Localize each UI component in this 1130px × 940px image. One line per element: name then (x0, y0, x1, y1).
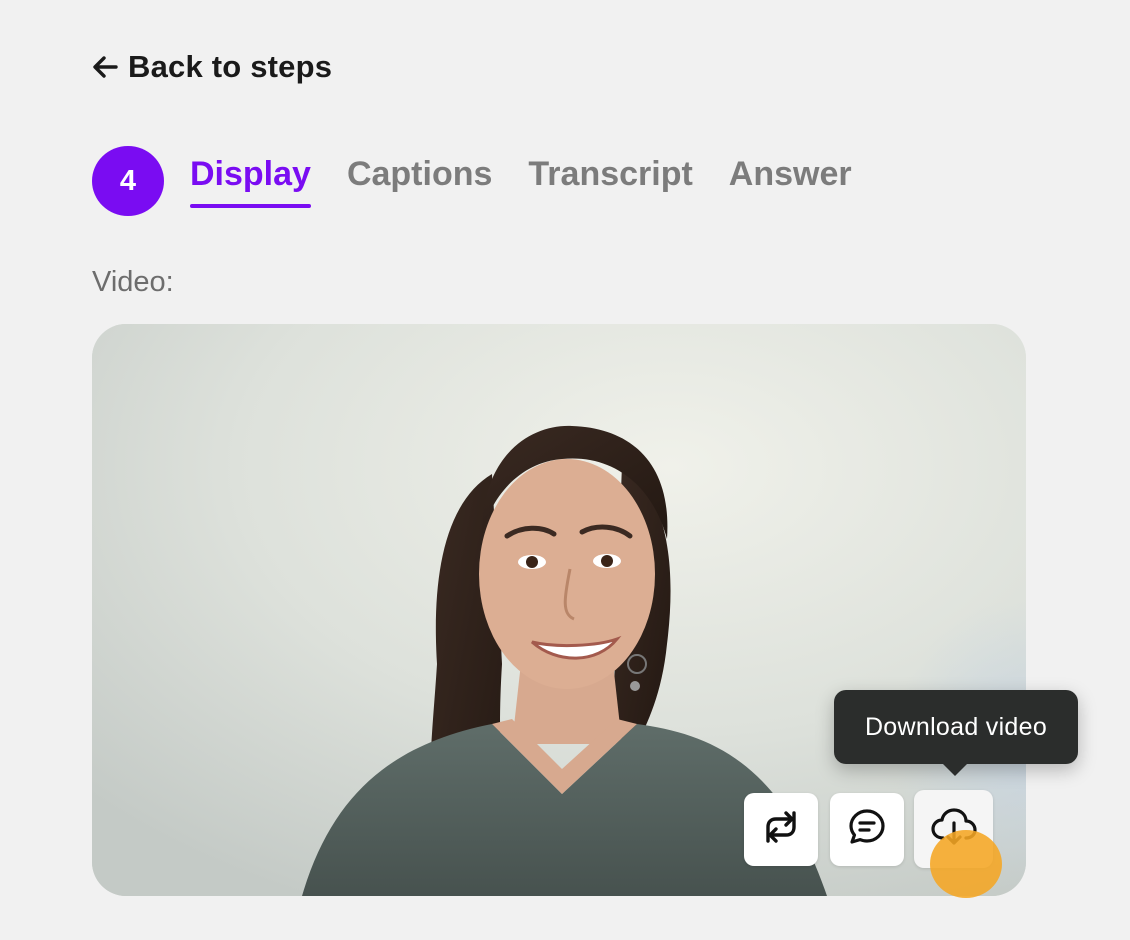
video-section-label: Video: (92, 266, 174, 298)
tab-bar: Display Captions Transcript Answer (190, 150, 852, 208)
swap-camera-button[interactable] (744, 793, 818, 866)
back-link-label: Back to steps (128, 49, 333, 84)
arrow-left-icon (92, 56, 118, 78)
download-video-button[interactable] (914, 790, 993, 868)
swap-icon (760, 807, 802, 852)
back-to-steps-link[interactable]: Back to steps (92, 46, 332, 88)
speech-bubble-icon (847, 807, 887, 852)
tab-captions[interactable]: Captions (347, 150, 492, 208)
tab-transcript[interactable]: Transcript (528, 150, 692, 208)
captions-button[interactable] (830, 793, 904, 866)
cloud-download-icon (929, 805, 979, 854)
step-number-badge: 4 (92, 146, 164, 216)
tooltip-arrow (942, 763, 968, 776)
tab-answer[interactable]: Answer (729, 150, 852, 208)
download-video-tooltip: Download video (834, 690, 1078, 764)
tab-display[interactable]: Display (190, 150, 311, 208)
